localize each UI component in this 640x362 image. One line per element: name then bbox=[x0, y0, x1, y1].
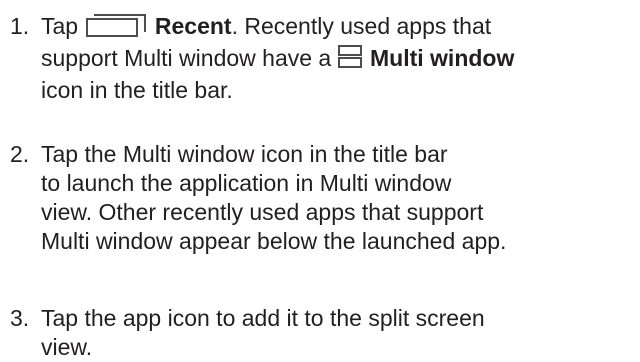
step-2-line-4: Multi window appear below the launched a… bbox=[41, 228, 507, 254]
step-number: 2. bbox=[10, 141, 30, 167]
step-2-line-2: to launch the application in Multi windo… bbox=[41, 170, 452, 196]
step-3-line-1: Tap the app icon to add it to the split … bbox=[41, 305, 485, 331]
step-1-line-2: support Multi window have a Multi window bbox=[41, 44, 514, 76]
step-1: 1. Tap Recent. Recently used apps that s… bbox=[0, 12, 514, 105]
step-2-line-1: Tap the Multi window icon in the title b… bbox=[41, 141, 448, 167]
step-3-line-2: view. bbox=[41, 334, 93, 360]
step-1-line-1: Tap Recent. Recently used apps that bbox=[41, 12, 514, 44]
multi-window-icon bbox=[337, 45, 364, 76]
step-3: 3. Tap the app icon to add it to the spl… bbox=[0, 304, 485, 362]
recent-apps-icon bbox=[84, 13, 148, 44]
step-number: 1. bbox=[10, 13, 30, 39]
step-2-line-3: view. Other recently used apps that supp… bbox=[41, 199, 484, 225]
step-number: 3. bbox=[10, 305, 30, 331]
step-1-line-3: icon in the title bar. bbox=[41, 77, 233, 103]
step-2: 2. Tap the Multi window icon in the titl… bbox=[0, 140, 506, 256]
